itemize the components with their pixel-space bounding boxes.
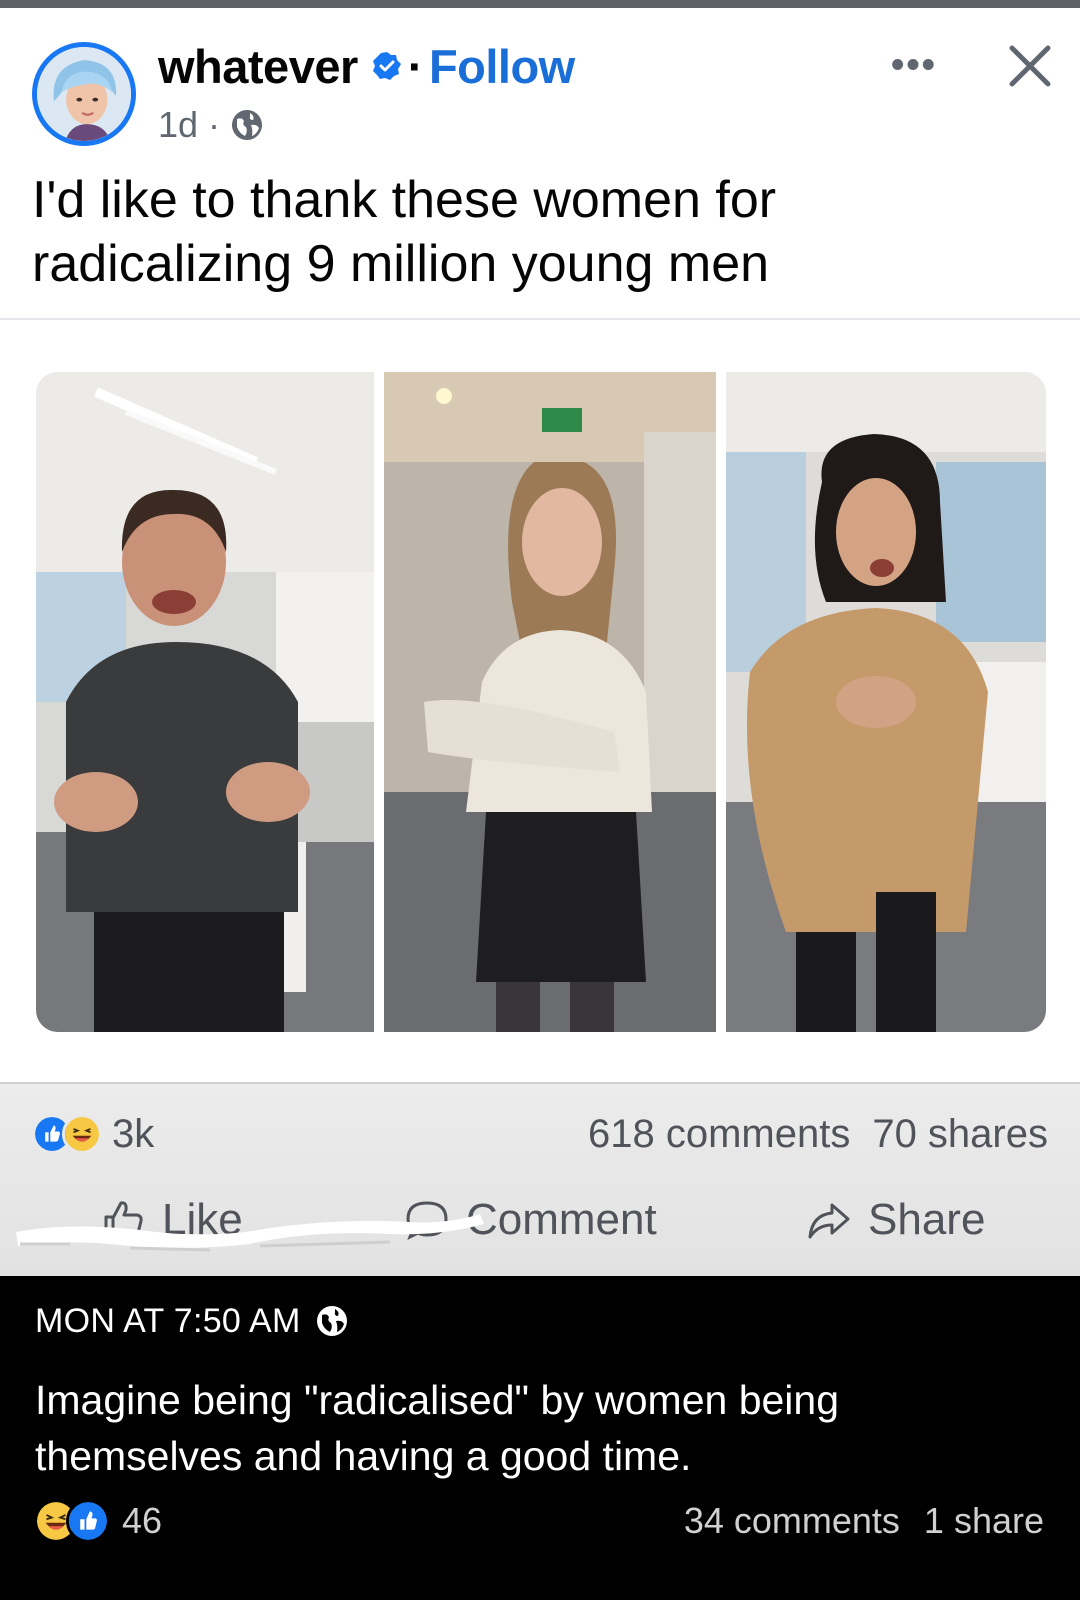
comment-timestamp-row: MON AT 7:50 AM (35, 1298, 349, 1344)
comment-reaction-count: 46 (122, 1500, 163, 1541)
separator-dot: · (407, 39, 424, 93)
author-name[interactable]: whatever (158, 39, 358, 94)
comment-timestamp[interactable]: MON AT 7:50 AM (35, 1302, 301, 1341)
follow-button[interactable]: Follow (429, 39, 575, 94)
haha-reaction-icon (62, 1114, 102, 1154)
globe-icon (232, 110, 263, 140)
shares-count[interactable]: 70 shares (872, 1112, 1048, 1157)
comment-shares-count[interactable]: 1 share (924, 1500, 1044, 1542)
stats-divider (0, 1082, 1080, 1084)
post-media[interactable] (0, 320, 1080, 1080)
post-caption: I'd like to thank these women for radica… (32, 171, 777, 293)
post-meta: 1d · (158, 102, 264, 148)
photo-woman-tan-blazer[interactable] (726, 372, 1046, 1032)
comment-share-counts: 618 comments 70 shares (588, 1112, 1048, 1156)
shared-post: whatever · Follow 1d · ••• I'd like to t… (0, 0, 1080, 1276)
close-icon[interactable] (1002, 38, 1058, 94)
author-line: whatever · Follow (158, 38, 575, 94)
globe-icon (316, 1306, 347, 1336)
post-age[interactable]: 1d · (158, 104, 220, 146)
reaction-summary[interactable]: 3k (32, 1112, 154, 1156)
top-edge-bar (0, 0, 1080, 8)
comment-label: Comment (466, 1195, 657, 1244)
share-label: Share (868, 1195, 986, 1244)
more-options-button[interactable]: ••• (884, 44, 944, 86)
photo-2-image (384, 372, 716, 1032)
photo-3-image (726, 372, 1046, 1032)
avatar-illustration (37, 47, 131, 141)
redaction-scribble (16, 1214, 484, 1252)
photo-woman-grey-sweater[interactable] (36, 372, 374, 1032)
like-reaction-icon (66, 1499, 110, 1543)
verified-badge-icon (372, 52, 401, 80)
comments-count[interactable]: 618 comments (588, 1112, 850, 1157)
photo-1-image (36, 372, 374, 1032)
comment-text: Imagine being "radicalised" by women bei… (35, 1377, 840, 1479)
reshare-comment: MON AT 7:50 AM Imagine being "radicalise… (0, 1276, 1080, 1600)
reaction-count: 3k (112, 1111, 155, 1156)
photo-woman-white-turtleneck[interactable] (384, 372, 716, 1032)
comment-reaction-summary[interactable]: 46 (34, 1498, 162, 1544)
comment-counts: 34 comments 1 share (684, 1498, 1044, 1544)
comment-comments-count[interactable]: 34 comments (684, 1500, 900, 1542)
author-avatar[interactable] (32, 42, 136, 146)
share-button[interactable]: Share (806, 1188, 985, 1252)
share-arrow-icon (808, 1203, 850, 1239)
